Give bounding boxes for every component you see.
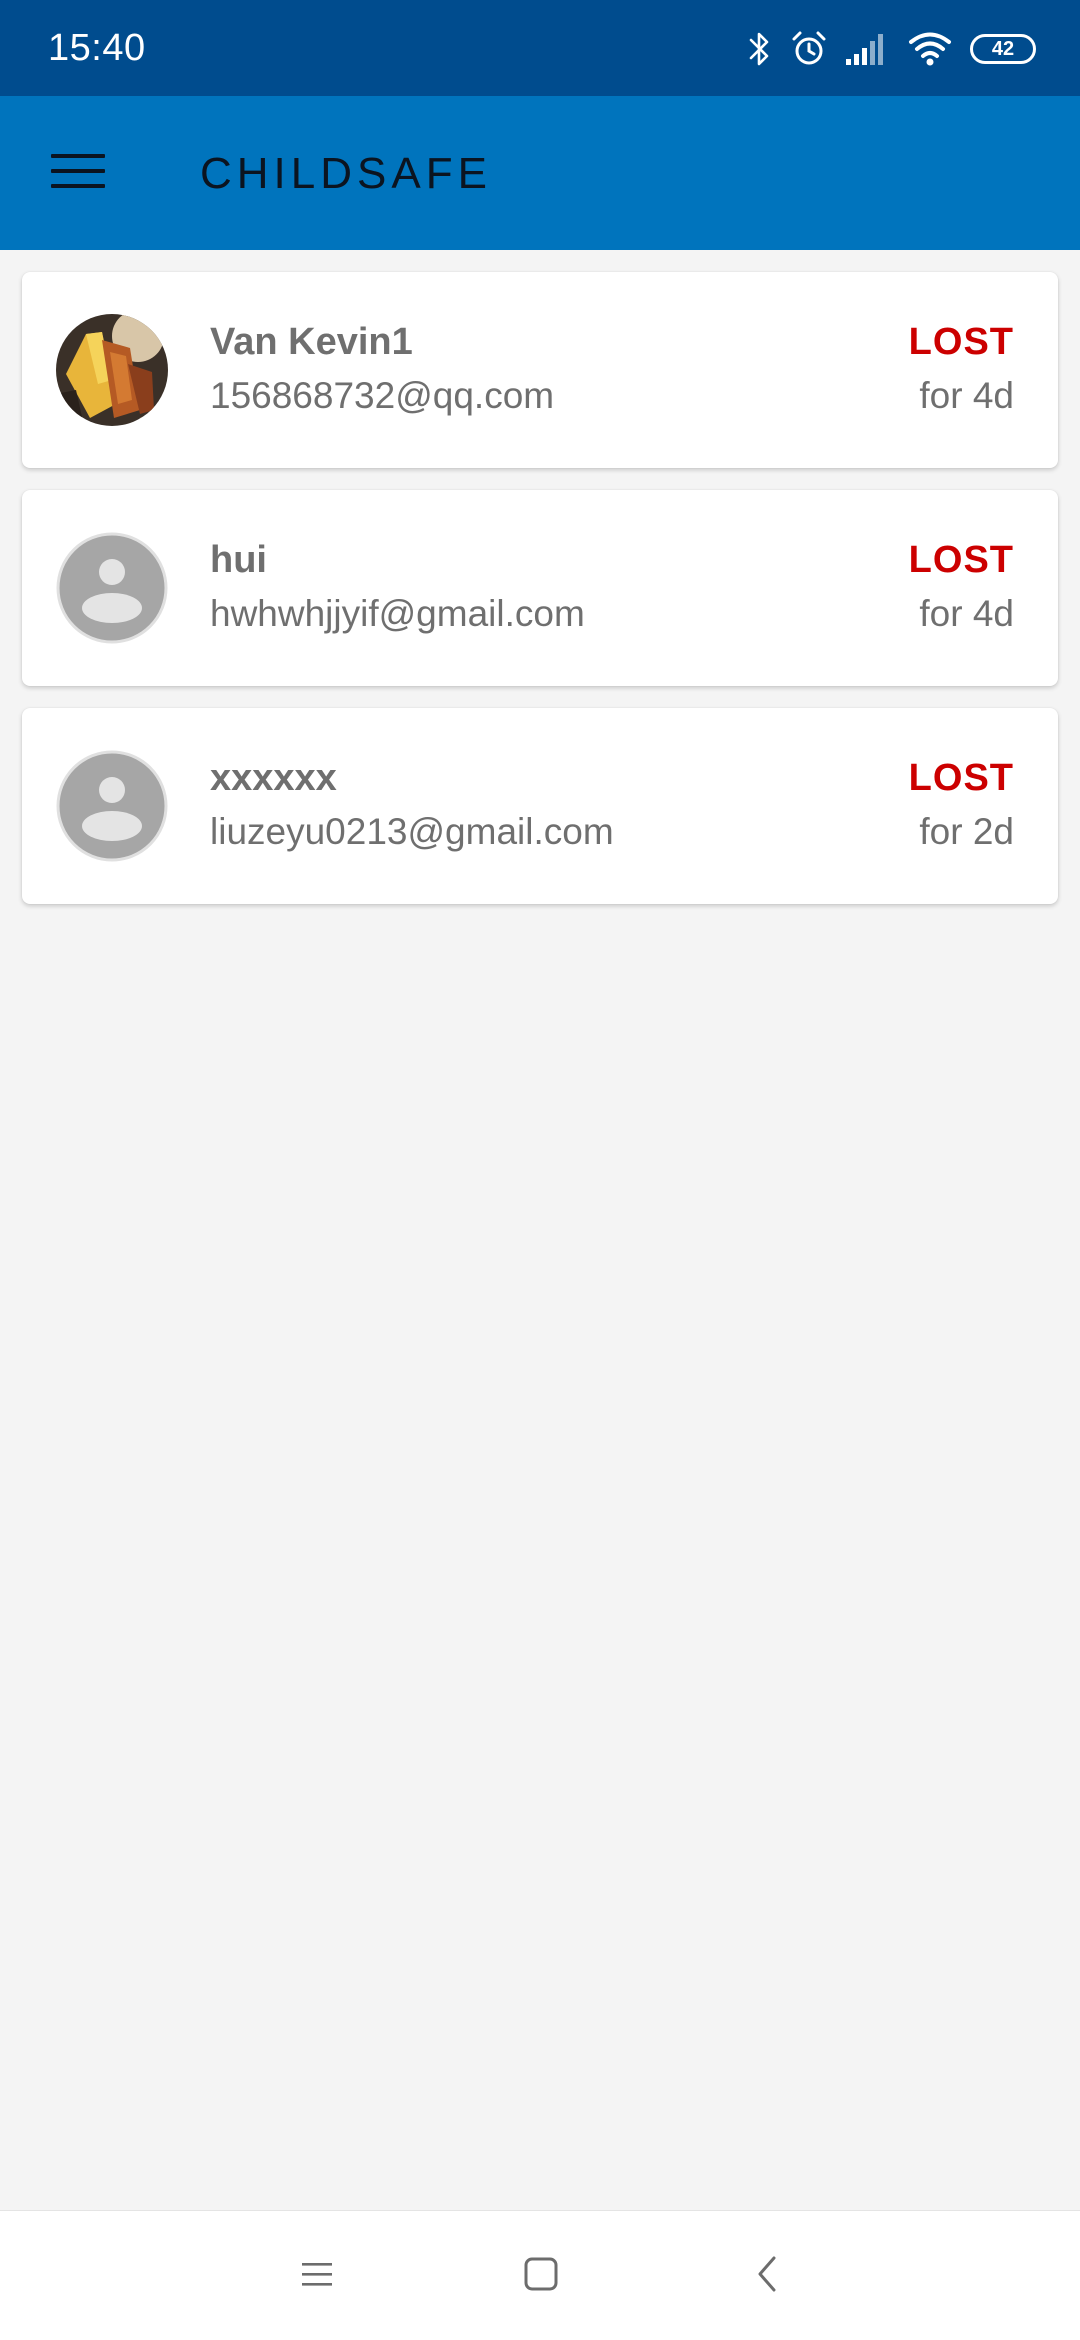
default-person-icon xyxy=(56,750,168,862)
status-icons: 42 xyxy=(748,26,1036,72)
lost-duration: for 2d xyxy=(919,811,1014,852)
lost-duration: for 4d xyxy=(919,593,1014,634)
lost-status-label: LOST xyxy=(908,757,1014,799)
lost-status-label: LOST xyxy=(908,321,1014,363)
recents-button[interactable] xyxy=(282,2241,352,2311)
home-button[interactable] xyxy=(506,2241,576,2311)
child-card[interactable]: hui hwhwhjjyif@gmail.com LOST for 4d xyxy=(22,490,1058,686)
child-card[interactable]: xxxxxx liuzeyu0213@gmail.com LOST for 2d xyxy=(22,708,1058,904)
lost-duration: for 4d xyxy=(919,375,1014,416)
alarm-icon xyxy=(790,30,828,68)
child-email: 156868732@qq.com xyxy=(210,375,555,416)
bluetooth-icon xyxy=(748,30,772,68)
recents-icon xyxy=(300,2260,334,2293)
child-name: xxxxxx xyxy=(210,757,337,799)
signal-icon xyxy=(846,33,890,65)
child-list: Van Kevin1 156868732@qq.com LOST for 4d … xyxy=(22,272,1058,926)
battery-level: 42 xyxy=(991,38,1015,60)
child-email: liuzeyu0213@gmail.com xyxy=(210,811,614,852)
app-bar: CHILDSAFE xyxy=(0,96,1080,250)
hamburger-menu-icon xyxy=(51,151,105,196)
child-avatar-photo xyxy=(56,314,168,426)
back-button[interactable] xyxy=(732,2241,802,2311)
wifi-icon xyxy=(908,31,952,67)
child-email: hwhwhjjyif@gmail.com xyxy=(210,593,585,634)
system-nav-bar xyxy=(0,2210,1080,2340)
child-name: hui xyxy=(210,539,267,581)
default-person-icon xyxy=(56,532,168,644)
home-icon xyxy=(523,2256,559,2297)
back-icon xyxy=(755,2255,779,2298)
child-name: Van Kevin1 xyxy=(210,321,413,363)
status-time: 15:40 xyxy=(48,27,146,69)
hamburger-menu-button[interactable] xyxy=(36,136,120,210)
battery-icon: 42 xyxy=(970,34,1036,64)
child-card[interactable]: Van Kevin1 156868732@qq.com LOST for 4d xyxy=(22,272,1058,468)
app-title: CHILDSAFE xyxy=(200,149,492,198)
status-bar: 15:40 42 xyxy=(0,0,1080,96)
lost-status-label: LOST xyxy=(908,539,1014,581)
